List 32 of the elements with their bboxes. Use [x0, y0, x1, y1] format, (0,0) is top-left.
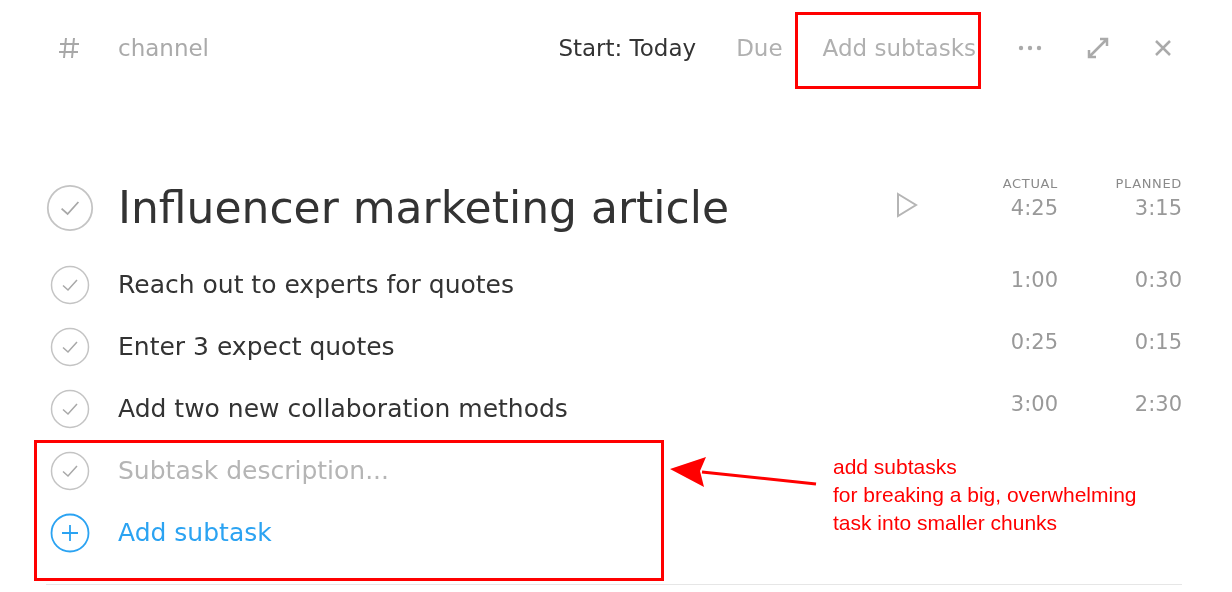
add-subtask-link[interactable]: Add subtask: [118, 514, 272, 552]
subtask-label: Reach out to experts for quotes: [118, 269, 514, 302]
time-value: 3:15: [1134, 195, 1182, 222]
close-icon[interactable]: [1154, 39, 1172, 57]
column-header: ACTUAL: [1002, 174, 1058, 193]
check-circle-icon[interactable]: [50, 265, 90, 305]
time-value: 1:00: [1010, 267, 1058, 295]
time-value: 0:30: [1134, 267, 1182, 295]
time-value: 0:15: [1134, 329, 1182, 357]
column-header: PLANNED: [1115, 174, 1182, 193]
channel-label[interactable]: channel: [118, 30, 209, 66]
time-value: 0:25: [1010, 329, 1058, 357]
hash-icon[interactable]: [58, 36, 80, 60]
plus-circle-icon[interactable]: [50, 513, 90, 553]
check-circle-icon[interactable]: [50, 327, 90, 367]
add-subtasks-button[interactable]: Add subtasks: [822, 30, 976, 66]
subtask-input[interactable]: Subtask description...: [118, 452, 598, 490]
play-icon[interactable]: [896, 192, 918, 218]
time-value: 4:25: [1010, 195, 1058, 222]
check-circle-icon: [50, 451, 90, 491]
subtask-label: Add two new collaboration methods: [118, 393, 568, 426]
check-circle-icon[interactable]: [46, 184, 94, 232]
start-date-button[interactable]: Start: Today: [558, 30, 697, 66]
check-circle-icon[interactable]: [50, 389, 90, 429]
expand-icon[interactable]: [1086, 36, 1110, 60]
subtask-label: Enter 3 expect quotes: [118, 331, 395, 364]
time-value: 3:00: [1010, 391, 1058, 419]
task-title: Influencer marketing article: [118, 181, 729, 235]
more-icon[interactable]: [1018, 45, 1042, 51]
due-date-button[interactable]: Due: [736, 30, 783, 66]
annotation-note: add subtasks for breaking a big, overwhelming task into smaller chunks: [833, 454, 1137, 536]
time-value: 2:30: [1134, 391, 1182, 419]
